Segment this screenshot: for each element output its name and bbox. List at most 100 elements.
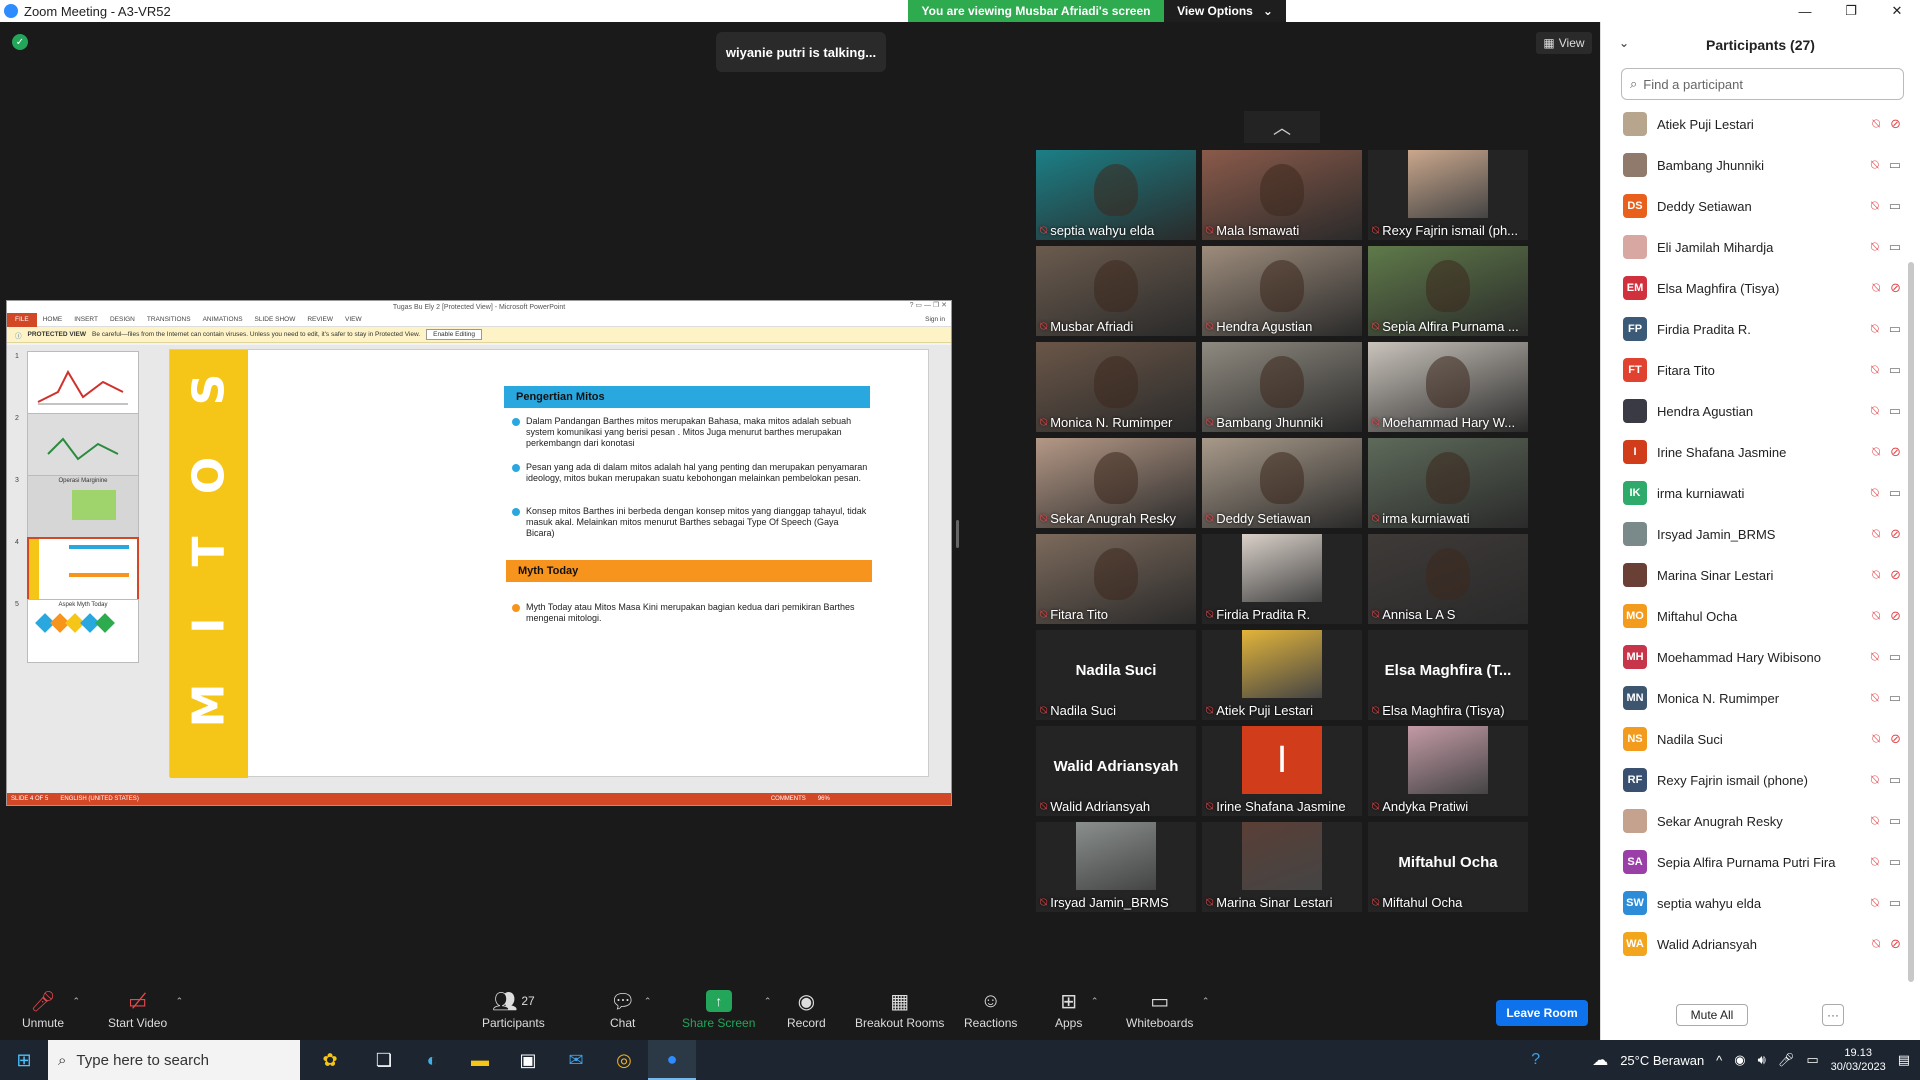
participant-row[interactable]: SA Sepia Alfira Purnama Putri Fira ⍉ ▭ [1623,846,1901,878]
breakout-rooms-button[interactable]: ▦ Breakout Rooms [855,980,944,1040]
video-tile[interactable]: ⍉ Mala Ismawati [1202,150,1362,240]
video-tile[interactable]: ⍉ Hendra Agustian [1202,246,1362,336]
chat-button[interactable]: 💬︎ Chat ⌃ [610,980,651,1040]
video-tile[interactable]: I ⍉ Irine Shafana Jasmine [1202,726,1362,816]
zoom-app-icon[interactable]: ● [648,1040,696,1080]
view-options-button[interactable]: View Options ⌄ [1164,0,1286,22]
video-tile[interactable]: ⍉ Monica N. Rumimper [1036,342,1196,432]
apps-button[interactable]: ⊞ Apps ⌃ [1055,980,1098,1040]
split-handle[interactable] [956,520,959,548]
ppt-tab-insert[interactable]: INSERT [68,316,104,323]
participant-row[interactable]: FP Firdia Pradita R. ⍉ ▭ [1623,313,1901,345]
chrome-browser-icon[interactable]: ◎ [600,1040,648,1080]
participant-list-scrollbar[interactable] [1908,262,1914,982]
reactions-button[interactable]: ☺ Reactions [964,980,1017,1040]
ppt-tab-file[interactable]: FILE [7,312,37,327]
slide-thumb-2[interactable] [27,413,139,477]
video-tile[interactable]: ⍉ Sepia Alfira Purnama ... [1368,246,1528,336]
video-tile[interactable]: Miftahul Ocha ⍉ Miftahul Ocha [1368,822,1528,912]
encryption-shield-icon[interactable]: ✓ [12,34,28,50]
participant-row[interactable]: FT Fitara Tito ⍉ ▭ [1623,354,1901,386]
mail-icon[interactable]: ✉ [552,1040,600,1080]
video-tile[interactable]: ⍉ Sekar Anugrah Resky [1036,438,1196,528]
ppt-tab-slide-show[interactable]: SLIDE SHOW [249,316,302,323]
status-comments[interactable]: COMMENTS [771,796,806,802]
start-video-button[interactable]: ▭̸ Start Video ⌃ [108,980,183,1040]
participant-row[interactable]: MH Moehammad Hary Wibisono ⍉ ▭ [1623,641,1901,673]
status-zoom[interactable]: 96% [818,796,830,802]
edge-browser-icon[interactable]: ◐ [408,1040,456,1080]
video-tile[interactable]: ⍉ Fitara Tito [1036,534,1196,624]
participant-row[interactable]: Bambang Jhunniki ⍉ ▭ [1623,149,1901,181]
ppt-tab-review[interactable]: REVIEW [301,316,339,323]
participant-row[interactable]: SW septia wahyu elda ⍉ ▭ [1623,887,1901,919]
participant-row[interactable]: Hendra Agustian ⍉ ▭ [1623,395,1901,427]
video-tile[interactable]: ⍉ Moehammad Hary W... [1368,342,1528,432]
mute-all-button[interactable]: Mute All [1676,1004,1748,1026]
volume-icon[interactable]: 🔊︎ [1758,1052,1766,1068]
participant-row[interactable]: MN Monica N. Rumimper ⍉ ▭ [1623,682,1901,714]
minimize-icon[interactable]: — [1782,0,1828,22]
chevron-down-icon[interactable]: ⌄ [1619,36,1629,50]
participant-row[interactable]: EM Elsa Maghfira (Tisya) ⍉ ⊘ [1623,272,1901,304]
caret-up-icon[interactable]: ⌃ [176,996,184,1007]
participant-row[interactable]: I Irine Shafana Jasmine ⍉ ⊘ [1623,436,1901,468]
close-icon[interactable]: ✕ [1874,0,1920,22]
file-explorer-icon[interactable]: ▬ [456,1040,504,1080]
ppt-tab-view[interactable]: VIEW [339,316,368,323]
video-tile[interactable]: ⍉ Bambang Jhunniki [1202,342,1362,432]
microphone-icon[interactable]: 🎤︎ [1778,1052,1795,1068]
video-tile[interactable]: ⍉ Deddy Setiawan [1202,438,1362,528]
participant-row[interactable]: DS Deddy Setiawan ⍉ ▭ [1623,190,1901,222]
caret-up-icon[interactable]: ⌃ [1091,996,1099,1007]
ppt-tab-animations[interactable]: ANIMATIONS [197,316,249,323]
caret-up-icon[interactable]: ⌃ [1202,996,1210,1007]
taskbar-clock[interactable]: 19.13 30/03/2023 [1831,1046,1886,1074]
unmute-button[interactable]: 🎤︎ Unmute ⌃ [22,980,80,1040]
video-tile[interactable]: ⍉ Musbar Afriadi [1036,246,1196,336]
shared-screen-powerpoint[interactable]: Tugas Bu Ely 2 [Protected View] - Micros… [6,300,952,806]
windows-start-icon[interactable]: ⊞ [0,1040,48,1080]
video-tile[interactable]: ⍉ Atiek Puji Lestari [1202,630,1362,720]
help-icon[interactable]: ? [1531,1051,1540,1069]
ppt-tab-design[interactable]: DESIGN [104,316,141,323]
participant-row[interactable]: IK irma kurniawati ⍉ ▭ [1623,477,1901,509]
microsoft-store-icon[interactable]: ▣ [504,1040,552,1080]
chevron-up-icon[interactable]: ^ [1716,1053,1722,1068]
slide-thumb-3[interactable]: Operasi Marginine [27,475,139,539]
participant-row[interactable]: RF Rexy Fajrin ismail (phone) ⍉ ▭ [1623,764,1901,796]
leave-room-button[interactable]: Leave Room [1496,1000,1588,1026]
video-tile[interactable]: Nadila Suci ⍉ Nadila Suci [1036,630,1196,720]
record-button[interactable]: ◉ Record [787,980,826,1040]
taskbar-search-input[interactable]: ⌕ Type here to search [48,1040,300,1080]
video-tile[interactable]: ⍉ Irsyad Jamin_BRMS [1036,822,1196,912]
caret-up-icon[interactable]: ⌃ [72,996,80,1007]
participant-search-input[interactable]: ⌕ Find a participant [1621,68,1904,100]
video-tile[interactable]: ⍉ Firdia Pradita R. [1202,534,1362,624]
video-tile[interactable]: ⍉ septia wahyu elda [1036,150,1196,240]
view-button[interactable]: ▦ View [1536,32,1592,54]
caret-up-icon[interactable]: ⌃ [644,996,652,1007]
notifications-icon[interactable]: ▤ [1898,1052,1910,1068]
ppt-tab-home[interactable]: HOME [37,316,69,323]
slide-thumb-4[interactable] [27,537,139,601]
participant-row[interactable]: WA Walid Adriansyah ⍉ ⊘ [1623,928,1901,960]
weather-icon[interactable]: ☁ [1592,1050,1608,1070]
whiteboards-button[interactable]: ▭ Whiteboards ⌃ [1126,980,1209,1040]
participant-row[interactable]: Eli Jamilah Mihardja ⍉ ▭ [1623,231,1901,263]
video-tile[interactable]: ⍉ Andyka Pratiwi [1368,726,1528,816]
wifi-icon[interactable]: ▭ [1806,1052,1818,1068]
video-tile[interactable]: ⍉ Rexy Fajrin ismail (ph... [1368,150,1528,240]
scroll-up-button[interactable]: ︿ [1244,111,1320,143]
video-tile[interactable]: Walid Adriansyah ⍉ Walid Adriansyah [1036,726,1196,816]
video-tile[interactable]: ⍉ Marina Sinar Lestari [1202,822,1362,912]
more-options-button[interactable]: ··· [1822,1004,1844,1026]
participant-row[interactable]: Atiek Puji Lestari ⍉ ⊘ [1623,108,1901,140]
video-tile[interactable]: ⍉ Annisa L A S [1368,534,1528,624]
weather-text[interactable]: 25°C Berawan [1620,1053,1704,1068]
participant-row[interactable]: Irsyad Jamin_BRMS ⍉ ⊘ [1623,518,1901,550]
search-highlight-icon[interactable]: ✿ [300,1040,360,1080]
slide-thumb-1[interactable] [27,351,139,415]
maximize-icon[interactable]: ❐ [1828,0,1874,22]
video-tile[interactable]: ⍉ irma kurniawati [1368,438,1528,528]
